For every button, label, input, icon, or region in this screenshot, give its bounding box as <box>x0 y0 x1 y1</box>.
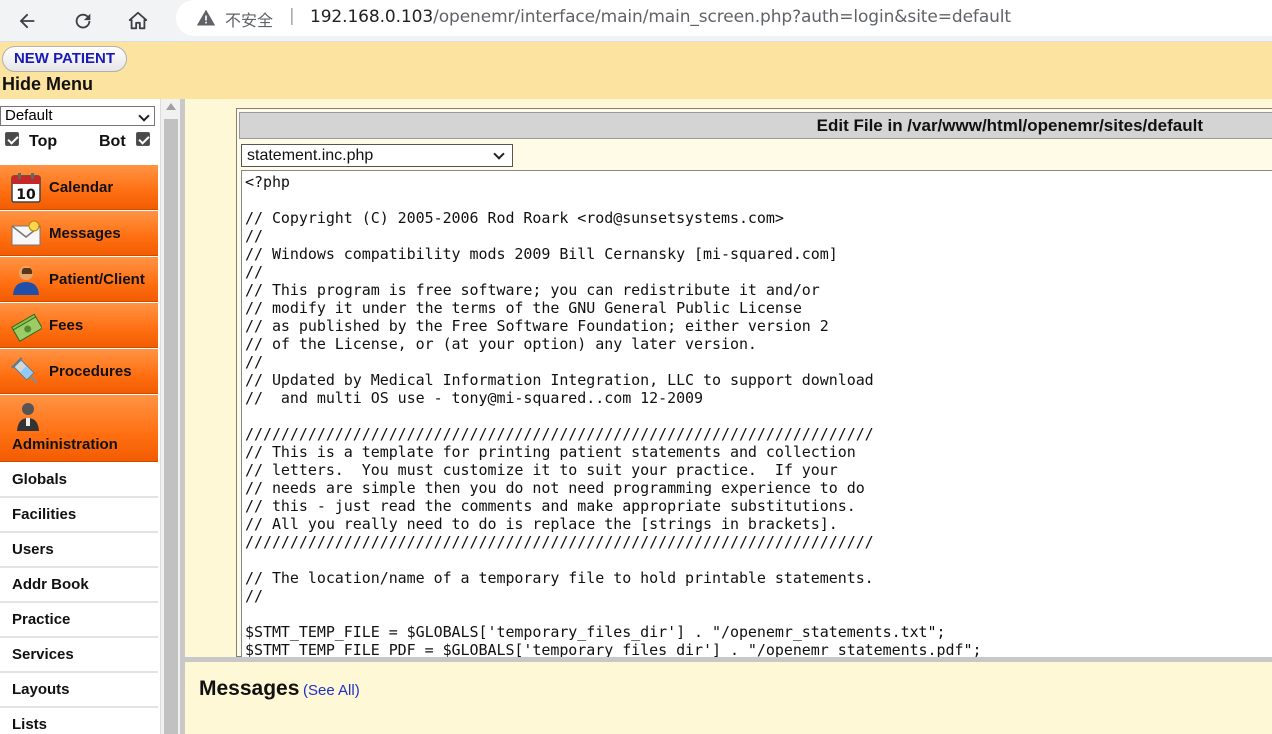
svg-text:10: 10 <box>16 187 36 203</box>
code-textarea[interactable]: <?php // Copyright (C) 2005-2006 Rod Roa… <box>241 170 1272 658</box>
menu-label-patient-client: Patient/Client <box>49 271 145 288</box>
admin-item-label: Globals <box>12 471 68 488</box>
left-menu: Default Top Bot 10 Calendar Messages Pat… <box>0 99 160 734</box>
home-icon[interactable] <box>121 4 155 38</box>
url-path: /openemr/interface/main/main_screen.php?… <box>433 7 1011 27</box>
url-host: 192.168.0.103 <box>310 7 434 27</box>
admin-item-label: Practice <box>12 611 71 628</box>
sidebar-scrollbar[interactable] <box>160 99 180 734</box>
menu-layout-select[interactable]: Default <box>0 106 155 126</box>
admin-item-label: Facilities <box>12 506 77 523</box>
menu-label-fees: Fees <box>49 317 84 334</box>
top-checkbox[interactable] <box>5 132 19 146</box>
see-all-link[interactable]: (See All) <box>303 682 360 699</box>
admin-icon <box>17 403 39 431</box>
url-text[interactable]: 192.168.0.103/openemr/interface/main/mai… <box>310 7 1011 27</box>
back-icon[interactable] <box>10 4 44 38</box>
app-header: NEW PATIENT Hide Menu <box>0 42 1272 99</box>
address-bar[interactable]: 不安全 | 192.168.0.103/openemr/interface/ma… <box>176 0 1272 36</box>
menu-messages[interactable]: Messages <box>0 211 158 256</box>
admin-item-services[interactable]: Services <box>0 638 158 673</box>
menu-procedures[interactable]: Procedures <box>0 349 158 394</box>
admin-item-label: Users <box>12 541 54 558</box>
code-content: <?php // Copyright (C) 2005-2006 Rod Roa… <box>245 173 982 658</box>
warning-icon[interactable] <box>196 8 216 28</box>
syringe-icon <box>11 357 38 384</box>
insecure-label: 不安全 <box>225 11 274 30</box>
url-separator: | <box>289 6 295 26</box>
admin-item-globals[interactable]: Globals <box>0 463 158 498</box>
menu-layout-value: Default <box>5 107 53 124</box>
money-icon <box>11 313 42 342</box>
person-icon <box>13 266 39 295</box>
admin-item-lists[interactable]: Lists <box>0 708 158 734</box>
top-label: Top <box>29 133 58 150</box>
new-patient-button[interactable]: NEW PATIENT <box>2 46 127 72</box>
editor-title: Edit File in /var/www/html/openemr/sites… <box>239 112 1272 139</box>
admin-item-layouts[interactable]: Layouts <box>0 673 158 708</box>
envelope-icon <box>11 220 41 246</box>
admin-item-label: Addr Book <box>12 576 89 593</box>
file-select-value: statement.inc.php <box>247 147 374 164</box>
admin-item-label: Layouts <box>12 681 70 698</box>
menu-calendar[interactable]: 10 Calendar <box>0 165 158 210</box>
hide-menu-link[interactable]: Hide Menu <box>2 74 93 95</box>
chevron-down-icon <box>138 110 150 122</box>
menu-patient-client[interactable]: Patient/Client <box>0 257 158 302</box>
calendar-icon: 10 <box>11 173 41 203</box>
file-select[interactable]: statement.inc.php <box>241 144 513 167</box>
menu-label-messages: Messages <box>49 225 121 242</box>
admin-item-label: Lists <box>12 716 48 733</box>
messages-pane: Messages (See All) <box>185 662 1272 734</box>
admin-item-addr-book[interactable]: Addr Book <box>0 568 158 603</box>
admin-item-users[interactable]: Users <box>0 533 158 568</box>
bot-label: Bot <box>99 133 126 150</box>
browser-toolbar: 不安全 | 192.168.0.103/openemr/interface/ma… <box>0 0 1272 42</box>
bot-checkbox[interactable] <box>136 132 150 146</box>
menu-administration[interactable]: Administration <box>0 395 158 462</box>
chevron-down-icon <box>493 148 505 160</box>
scrollbar-thumb[interactable] <box>164 119 178 734</box>
reload-icon[interactable] <box>66 4 100 38</box>
admin-item-facilities[interactable]: Facilities <box>0 498 158 533</box>
file-editor-panel: Edit File in /var/www/html/openemr/sites… <box>236 108 1272 658</box>
menu-fees[interactable]: Fees <box>0 303 158 348</box>
menu-label-procedures: Procedures <box>49 363 132 380</box>
scroll-up-icon[interactable] <box>166 103 176 110</box>
admin-item-practice[interactable]: Practice <box>0 603 158 638</box>
admin-item-label: Services <box>12 646 74 663</box>
messages-title: Messages <box>199 677 300 700</box>
menu-label-administration: Administration <box>12 436 118 453</box>
menu-label-calendar: Calendar <box>49 179 114 196</box>
